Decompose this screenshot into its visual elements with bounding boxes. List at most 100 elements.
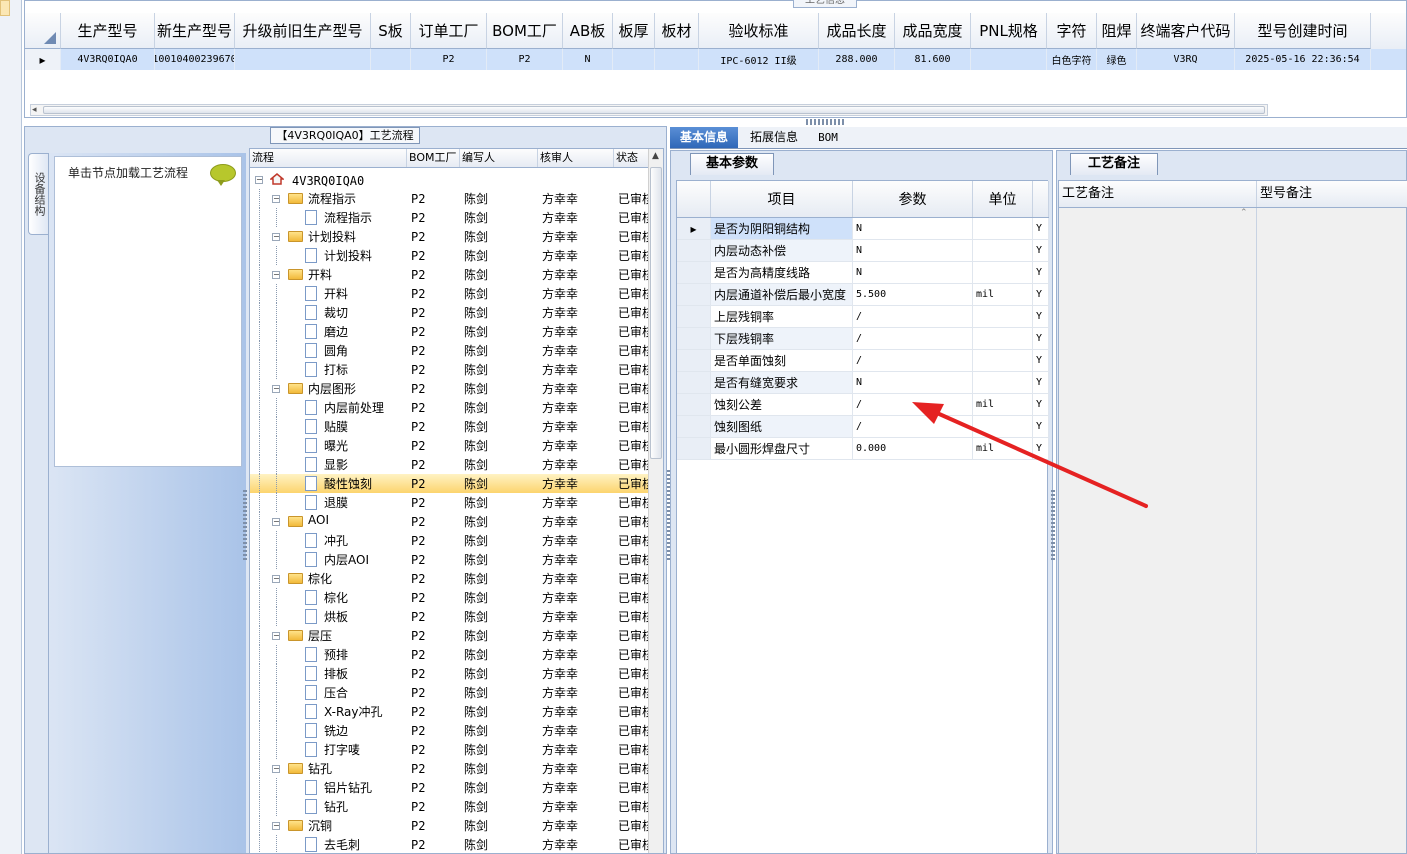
tree-row[interactable]: − 计划投料 P2 陈剑 方幸幸 已审核 [250, 227, 648, 246]
grid-cell[interactable] [371, 49, 411, 70]
col-process-note[interactable]: 工艺备注 [1059, 181, 1257, 207]
col-header[interactable]: 验收标准 [699, 13, 819, 49]
tree-row[interactable]: − 内层图形 P2 陈剑 方幸幸 已审核 [250, 379, 648, 398]
param-row[interactable]: 上层残铜率 / Y [677, 306, 1049, 328]
tree-row[interactable]: − 钻孔 P2 陈剑 方幸幸 已审核 [250, 759, 648, 778]
horizontal-scrollbar[interactable]: ◂ [30, 104, 1268, 116]
tree-scroll-thumb[interactable] [650, 167, 662, 459]
col-header[interactable]: 订单工厂 [411, 13, 487, 49]
param-row[interactable]: 内层通道补偿后最小宽度 5.500 mil Y [677, 284, 1049, 306]
load-hint-box[interactable] [54, 156, 242, 467]
col-header[interactable]: 升级前旧生产型号 [235, 13, 371, 49]
col-header[interactable]: 成品宽度 [895, 13, 971, 49]
collapse-icon[interactable]: − [272, 575, 280, 583]
collapse-icon[interactable]: − [272, 765, 280, 773]
grid-cell[interactable]: P2 [411, 49, 487, 70]
param-row[interactable]: 是否有缝宽要求 N Y [677, 372, 1049, 394]
collapse-icon[interactable]: − [272, 632, 280, 640]
collapse-icon[interactable]: − [272, 385, 280, 393]
tree-row[interactable]: 流程指示 P2 陈剑 方幸幸 已审核 [250, 208, 648, 227]
col-unit[interactable]: 单位 [973, 181, 1033, 217]
col-header[interactable]: 新生产型号 [155, 13, 235, 49]
process-tree[interactable]: 流程 BOM工厂 编写人 核审人 状态 − 4V3RQ0IQA0 − 流程指示 P2… [249, 148, 664, 854]
tree-row[interactable]: − 流程指示 P2 陈剑 方幸幸 已审核 [250, 189, 648, 208]
notes-scroll-up-icon[interactable]: ⌃ [1240, 208, 1248, 218]
tree-row[interactable]: 冲孔 P2 陈剑 方幸幸 已审核 [250, 531, 648, 550]
col-header[interactable]: 字符 [1047, 13, 1097, 49]
param-row[interactable]: 蚀刻公差 / mil Y [677, 394, 1049, 416]
grid-cell[interactable]: 4V3RQ0IQA0 [61, 49, 155, 70]
col-header[interactable]: 板材 [655, 13, 699, 49]
col-flow[interactable]: 流程 [250, 149, 407, 167]
grid-cell[interactable]: N [563, 49, 613, 70]
tree-row[interactable]: X-Ray冲孔 P2 陈剑 方幸幸 已审核 [250, 702, 648, 721]
tree-row[interactable]: − 层压 P2 陈剑 方幸幸 已审核 [250, 626, 648, 645]
param-row[interactable]: ▸ 是否为阴阳铜结构 N Y [677, 218, 1049, 240]
tree-row[interactable]: 铣边 P2 陈剑 方幸幸 已审核 [250, 721, 648, 740]
tab-bom[interactable]: BOM [810, 127, 846, 148]
tree-row[interactable]: 曝光 P2 陈剑 方幸幸 已审核 [250, 436, 648, 455]
model-grid-row[interactable]: ▸ 4V3RQ0IQA0 10010400239670 P2 P2 N IPC-6012 I… [25, 49, 1406, 70]
col-model-note[interactable]: 型号备注 [1257, 181, 1407, 207]
col-header[interactable]: 板厚 [613, 13, 655, 49]
collapse-icon[interactable]: − [272, 233, 280, 241]
grid-cell[interactable]: IPC-6012 II级 [699, 49, 819, 70]
grid-cell[interactable]: 绿色 [1097, 49, 1137, 70]
tree-root-row[interactable]: − 4V3RQ0IQA0 [250, 170, 648, 189]
param-value[interactable]: 0.000 [853, 438, 973, 459]
collapse-icon[interactable]: − [255, 176, 263, 184]
scroll-thumb[interactable] [43, 106, 1265, 114]
param-row[interactable]: 是否为高精度线路 N Y [677, 262, 1049, 284]
tree-row[interactable]: 计划投料 P2 陈剑 方幸幸 已审核 [250, 246, 648, 265]
tree-row[interactable]: 内层前处理 P2 陈剑 方幸幸 已审核 [250, 398, 648, 417]
tree-row[interactable]: 磨边 P2 陈剑 方幸幸 已审核 [250, 322, 648, 341]
param-value[interactable]: / [853, 306, 973, 327]
splitter-grip-right[interactable] [1051, 490, 1055, 560]
model-grid[interactable]: 生产型号 新生产型号 升级前旧生产型号 S板 订单工厂 BOM工厂 AB板 板厚 板材 验收标准成… [24, 0, 1407, 118]
tree-row[interactable]: 贴膜 P2 陈剑 方幸幸 已审核 [250, 417, 648, 436]
col-header[interactable]: 成品长度 [819, 13, 895, 49]
param-row[interactable]: 是否单面蚀刻 / Y [677, 350, 1049, 372]
tree-row[interactable]: 棕化 P2 陈剑 方幸幸 已审核 [250, 588, 648, 607]
grid-cell[interactable]: 10010400239670 [155, 49, 235, 70]
grid-cell[interactable]: 白色字符 [1047, 49, 1097, 70]
col-header[interactable]: 型号创建时间 [1235, 13, 1371, 49]
col-value[interactable]: 参数 [853, 181, 973, 217]
tree-row[interactable]: 钻孔 P2 陈剑 方幸幸 已审核 [250, 797, 648, 816]
tree-row[interactable]: − 开料 P2 陈剑 方幸幸 已审核 [250, 265, 648, 284]
tab-basic-params[interactable]: 基本参数 [690, 153, 774, 175]
tab-basic-info[interactable]: 基本信息 [670, 127, 738, 148]
grid-cell[interactable] [971, 49, 1047, 70]
grid-cell[interactable] [235, 49, 371, 70]
grid-cell[interactable]: 2025-05-16 22:36:54 [1235, 49, 1371, 70]
collapse-icon[interactable]: − [272, 518, 280, 526]
tree-row[interactable]: − AOI P2 陈剑 方幸幸 已审核 [250, 512, 648, 531]
tree-row[interactable]: 烘板 P2 陈剑 方幸幸 已审核 [250, 607, 648, 626]
param-value[interactable]: N [853, 372, 973, 393]
col-header[interactable]: 终端客户代码 [1137, 13, 1235, 49]
collapse-icon[interactable]: − [272, 822, 280, 830]
col-header[interactable]: BOM工厂 [487, 13, 563, 49]
grid-cell[interactable] [655, 49, 699, 70]
tree-row[interactable]: 显影 P2 陈剑 方幸幸 已审核 [250, 455, 648, 474]
scroll-up-icon[interactable]: ▲ [652, 151, 659, 161]
grid-cell[interactable]: 81.600 [895, 49, 971, 70]
param-value[interactable]: / [853, 328, 973, 349]
tree-row[interactable]: 压合 P2 陈剑 方幸幸 已审核 [250, 683, 648, 702]
param-value[interactable]: N [853, 262, 973, 283]
tree-row[interactable]: 排板 P2 陈剑 方幸幸 已审核 [250, 664, 648, 683]
grid-cell[interactable]: 288.000 [819, 49, 895, 70]
tree-row[interactable]: 铝片钻孔 P2 陈剑 方幸幸 已审核 [250, 778, 648, 797]
param-row[interactable]: 蚀刻图纸 / Y [677, 416, 1049, 438]
tree-row[interactable]: − 沉铜 P2 陈剑 方幸幸 已审核 [250, 816, 648, 835]
params-grid[interactable]: 项目 参数 单位 ▸ 是否为阴阳铜结构 N Y 内层动态补偿 N Y 是否为高精度线路 N Y 内层… [676, 180, 1049, 854]
tree-row[interactable]: 酸性蚀刻 P2 陈剑 方幸幸 已审核 [250, 474, 648, 493]
tree-row[interactable]: 打标 P2 陈剑 方幸幸 已审核 [250, 360, 648, 379]
param-row[interactable]: 下层残铜率 / Y [677, 328, 1049, 350]
notes-grid[interactable]: 工艺备注 型号备注 [1058, 180, 1407, 854]
collapse-icon[interactable]: − [272, 195, 280, 203]
col-item[interactable]: 项目 [711, 181, 853, 217]
tree-row[interactable]: 预排 P2 陈剑 方幸幸 已审核 [250, 645, 648, 664]
scroll-left-icon[interactable]: ◂ [32, 105, 37, 115]
col-header[interactable]: AB板 [563, 13, 613, 49]
